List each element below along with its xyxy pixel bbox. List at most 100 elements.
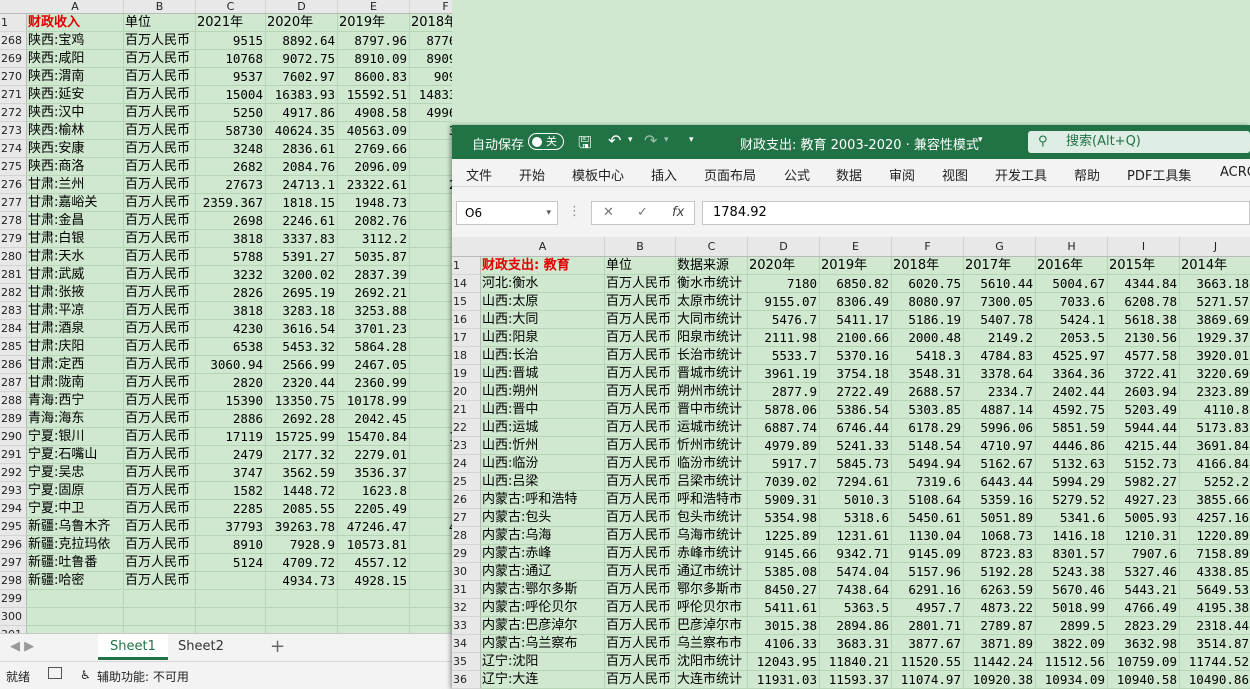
cell[interactable]: 1210.31 bbox=[1108, 527, 1180, 545]
row-number[interactable]: 282 bbox=[0, 284, 27, 302]
column-title-cell[interactable]: 2017年 bbox=[964, 257, 1036, 275]
cell[interactable]: 2722.49 bbox=[820, 383, 892, 401]
cell[interactable]: 15592.51 bbox=[338, 86, 410, 104]
cell[interactable]: 9091.3 bbox=[410, 68, 452, 86]
cell[interactable]: 2899.5 bbox=[1036, 617, 1108, 635]
cell[interactable] bbox=[124, 590, 196, 608]
tab-acrobat[interactable]: ACRO bbox=[1220, 165, 1250, 180]
cell[interactable]: 宁夏:固原 bbox=[27, 482, 124, 500]
cell[interactable]: 3855.66 bbox=[1180, 491, 1250, 509]
cell[interactable]: 巴彦淖尔市 bbox=[676, 617, 748, 635]
cell[interactable]: 1582 bbox=[196, 482, 266, 500]
cell[interactable]: 百万人民币 bbox=[124, 572, 196, 590]
cell[interactable]: 内蒙古:巴彦淖尔 bbox=[481, 617, 605, 635]
cell[interactable]: 长治市统计 bbox=[676, 347, 748, 365]
cell[interactable]: 37793 bbox=[196, 518, 266, 536]
cell[interactable]: 5354.98 bbox=[748, 509, 820, 527]
cell[interactable]: 5152.73 bbox=[1108, 455, 1180, 473]
cell[interactable]: 5359.16 bbox=[964, 491, 1036, 509]
cell[interactable]: 2082.76 bbox=[338, 212, 410, 230]
cell[interactable]: 3378.64 bbox=[964, 365, 1036, 383]
cell[interactable]: 15390 bbox=[196, 392, 266, 410]
cell[interactable]: 5411.61 bbox=[748, 599, 820, 617]
cell[interactable]: 3920.01 bbox=[1180, 347, 1250, 365]
cell[interactable]: 2789.87 bbox=[964, 617, 1036, 635]
cell[interactable]: 百万人民币 bbox=[124, 500, 196, 518]
row-number[interactable]: 276 bbox=[0, 176, 27, 194]
cell[interactable]: 5851.59 bbox=[1036, 419, 1108, 437]
row-number[interactable]: 31 bbox=[452, 581, 481, 599]
macro-record-icon[interactable] bbox=[48, 667, 62, 679]
cell[interactable]: 百万人民币 bbox=[124, 356, 196, 374]
cell[interactable]: 304 bbox=[410, 266, 452, 284]
cell[interactable]: 7907.6 bbox=[1108, 545, 1180, 563]
cell[interactable]: 2100.66 bbox=[820, 329, 892, 347]
cell[interactable]: 5241.33 bbox=[820, 437, 892, 455]
cell[interactable]: 240 bbox=[410, 356, 452, 374]
cell[interactable]: 百万人民币 bbox=[605, 365, 676, 383]
cell[interactable]: 5788 bbox=[196, 248, 266, 266]
cell[interactable]: 5909.31 bbox=[748, 491, 820, 509]
cell[interactable]: 5994.29 bbox=[1036, 473, 1108, 491]
cell[interactable]: 衡水市统计 bbox=[676, 275, 748, 293]
cell[interactable]: 宁夏:吴忠 bbox=[27, 464, 124, 482]
cell[interactable]: 1732 bbox=[410, 428, 452, 446]
cell[interactable]: 百万人民币 bbox=[124, 86, 196, 104]
cell[interactable]: 3818 bbox=[196, 230, 266, 248]
cell[interactable]: 2823.29 bbox=[1108, 617, 1180, 635]
cell[interactable]: 陕西:商洛 bbox=[27, 158, 124, 176]
column-header[interactable]: H bbox=[1036, 237, 1108, 256]
cell[interactable]: 10934.09 bbox=[1036, 671, 1108, 689]
cell[interactable]: 6746.44 bbox=[820, 419, 892, 437]
cell[interactable]: 190 bbox=[410, 194, 452, 212]
cell[interactable]: 4446.86 bbox=[1036, 437, 1108, 455]
row-number[interactable]: 23 bbox=[452, 437, 481, 455]
column-title-cell[interactable]: 2018年 bbox=[892, 257, 964, 275]
column-header[interactable]: I bbox=[1108, 237, 1180, 256]
cell[interactable]: 3232 bbox=[196, 266, 266, 284]
column-title-cell[interactable]: 2016年 bbox=[1036, 257, 1108, 275]
cell[interactable]: 8909.38 bbox=[410, 50, 452, 68]
column-title-cell[interactable]: 2020年 bbox=[748, 257, 820, 275]
column-title-cell[interactable]: 2019年 bbox=[820, 257, 892, 275]
cell[interactable]: 1623.8 bbox=[338, 482, 410, 500]
row-number[interactable]: 288 bbox=[0, 392, 27, 410]
cell[interactable]: 5649.53 bbox=[1180, 581, 1250, 599]
column-header[interactable]: D bbox=[266, 0, 338, 13]
row-number[interactable]: 20 bbox=[452, 383, 481, 401]
tab-file[interactable]: 文件 bbox=[466, 165, 492, 184]
cell[interactable]: 9072.75 bbox=[266, 50, 338, 68]
tab-insert[interactable]: 插入 bbox=[651, 165, 677, 184]
cell[interactable]: 4979.89 bbox=[748, 437, 820, 455]
cell[interactable]: 4195.38 bbox=[1180, 599, 1250, 617]
cell[interactable]: 4557.12 bbox=[338, 554, 410, 572]
tab-sheet2[interactable]: Sheet2 bbox=[166, 634, 236, 660]
cell[interactable]: 8080.97 bbox=[892, 293, 964, 311]
row-number[interactable]: 29 bbox=[452, 545, 481, 563]
cell[interactable]: 大同市统计 bbox=[676, 311, 748, 329]
cell[interactable]: 晋中市统计 bbox=[676, 401, 748, 419]
cell[interactable]: 3248 bbox=[196, 140, 266, 158]
cell[interactable]: 7158.89 bbox=[1180, 545, 1250, 563]
column-header[interactable]: C bbox=[676, 237, 748, 256]
cell[interactable]: 2801.71 bbox=[892, 617, 964, 635]
cell[interactable]: 4110.8 bbox=[1180, 401, 1250, 419]
cell[interactable]: 5018.99 bbox=[1036, 599, 1108, 617]
cell[interactable]: 419 bbox=[410, 554, 452, 572]
cell[interactable] bbox=[410, 608, 452, 626]
cell[interactable]: 临汾市统计 bbox=[676, 455, 748, 473]
cell[interactable]: 5418.3 bbox=[892, 347, 964, 365]
cell[interactable]: 6887.74 bbox=[748, 419, 820, 437]
row-number[interactable]: 271 bbox=[0, 86, 27, 104]
column-title-cell[interactable]: 2014年 bbox=[1180, 257, 1250, 275]
redo-dropdown-icon[interactable]: ▾ bbox=[664, 135, 669, 145]
cell[interactable]: 4230 bbox=[196, 320, 266, 338]
add-sheet-button[interactable]: + bbox=[258, 634, 297, 660]
row-number[interactable]: 30 bbox=[452, 563, 481, 581]
cell[interactable]: 吕梁市统计 bbox=[676, 473, 748, 491]
cell[interactable]: 6443.44 bbox=[964, 473, 1036, 491]
column-header[interactable]: C bbox=[196, 0, 266, 13]
cell[interactable]: 3691.84 bbox=[1180, 437, 1250, 455]
cell[interactable]: 百万人民币 bbox=[605, 527, 676, 545]
cell[interactable]: 100 bbox=[410, 536, 452, 554]
